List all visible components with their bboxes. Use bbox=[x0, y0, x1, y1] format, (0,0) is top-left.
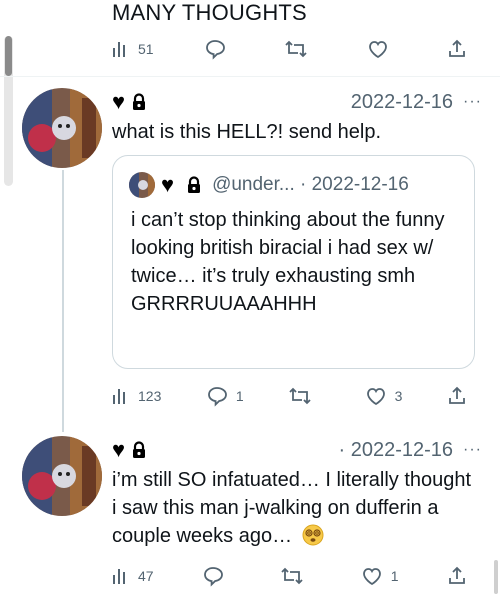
thread-line bbox=[62, 170, 64, 432]
tweet-text: i’m still SO infatuated… I literally tho… bbox=[112, 466, 477, 550]
quoted-tweet-header: ♥ @under... · 2022-12-16 bbox=[129, 172, 409, 198]
retweet-button[interactable] bbox=[284, 39, 316, 59]
right-scrollbar[interactable] bbox=[494, 560, 498, 594]
retweet-button[interactable] bbox=[288, 386, 320, 406]
like-count: 3 bbox=[394, 388, 403, 404]
divider bbox=[0, 76, 500, 77]
quoted-avatar bbox=[129, 172, 155, 198]
tweet-text: what is this HELL?! send help. bbox=[112, 121, 382, 143]
tweet-date[interactable]: · 2022-12-16 bbox=[338, 439, 453, 462]
share-icon bbox=[449, 386, 465, 404]
avatar-image bbox=[22, 436, 102, 516]
heart-outline-icon bbox=[368, 41, 387, 59]
share-button[interactable] bbox=[447, 566, 467, 586]
views-button[interactable]: 51 bbox=[112, 40, 154, 58]
scrollbar-thumb[interactable] bbox=[5, 36, 12, 76]
left-scrollbar[interactable] bbox=[4, 36, 13, 186]
more-icon[interactable]: ··· bbox=[463, 441, 482, 459]
speech-bubble-icon bbox=[204, 567, 223, 587]
speech-bubble-icon bbox=[207, 387, 227, 407]
quoted-tweet-card[interactable]: ♥ @under... · 2022-12-16 i can’t stop th… bbox=[112, 155, 475, 369]
bar-chart-icon bbox=[113, 389, 125, 404]
heart-outline-icon bbox=[362, 568, 381, 586]
quoted-handle-date: @under... · 2022-12-16 bbox=[212, 174, 409, 195]
retweet-icon bbox=[285, 40, 307, 58]
bar-chart-icon bbox=[113, 569, 125, 584]
retweet-icon bbox=[281, 567, 304, 585]
tweet-header: ♥ · 2022-12-16 ··· bbox=[112, 436, 482, 464]
avatar[interactable] bbox=[22, 436, 102, 516]
retweet-icon bbox=[289, 387, 311, 405]
avatar[interactable] bbox=[22, 88, 102, 168]
black-heart-icon: ♥ bbox=[112, 437, 126, 462]
heart-outline-icon bbox=[366, 388, 385, 406]
lock-icon bbox=[133, 441, 146, 458]
tweet-header: ♥ 2022-12-16 ··· bbox=[112, 88, 482, 116]
like-button[interactable] bbox=[367, 39, 397, 59]
tweet-date[interactable]: 2022-12-16 bbox=[351, 91, 453, 114]
reply-button[interactable]: 1 bbox=[206, 385, 244, 407]
tweet-text-content: i’m still SO infatuated… I literally tho… bbox=[112, 469, 472, 547]
avatar-image bbox=[22, 88, 102, 168]
previous-tweet-actions: 51 bbox=[112, 37, 467, 61]
quoted-tweet-text: i can’t stop thinking about the funny lo… bbox=[131, 209, 445, 315]
black-heart-icon: ♥ bbox=[112, 89, 126, 114]
views-button[interactable]: 123 bbox=[112, 387, 161, 405]
share-button[interactable] bbox=[447, 39, 467, 59]
tweet-actions: 123 1 3 bbox=[112, 384, 467, 408]
lock-icon bbox=[133, 93, 146, 110]
views-count: 47 bbox=[138, 568, 154, 584]
reply-button[interactable] bbox=[204, 38, 234, 60]
tweet-actions: 47 1 bbox=[112, 564, 467, 588]
views-count: 123 bbox=[138, 388, 162, 404]
views-count: 51 bbox=[138, 41, 154, 57]
share-icon bbox=[449, 566, 465, 584]
views-button[interactable]: 47 bbox=[112, 567, 154, 585]
retweet-button[interactable] bbox=[280, 566, 312, 586]
like-button[interactable]: 3 bbox=[365, 386, 403, 406]
speech-bubble-icon bbox=[206, 40, 225, 60]
reply-count: 1 bbox=[235, 388, 244, 404]
like-button[interactable]: 1 bbox=[361, 566, 399, 586]
dizzy-face-emoji bbox=[302, 524, 324, 546]
lock-icon bbox=[188, 176, 201, 193]
share-icon bbox=[449, 39, 465, 57]
reply-button[interactable] bbox=[202, 565, 232, 587]
share-button[interactable] bbox=[447, 386, 467, 406]
like-count: 1 bbox=[390, 568, 399, 584]
previous-tweet-text: MANY THOUGHTS bbox=[112, 0, 307, 25]
more-icon[interactable]: ··· bbox=[463, 93, 482, 111]
black-heart-icon: ♥ bbox=[161, 172, 175, 197]
bar-chart-icon bbox=[113, 42, 125, 57]
